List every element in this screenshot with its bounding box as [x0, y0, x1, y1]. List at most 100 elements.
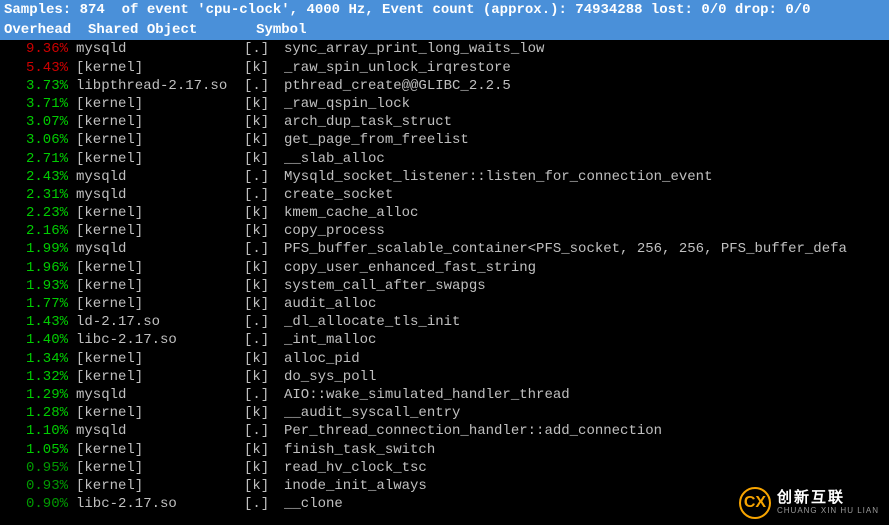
symbol-kind: [k] — [244, 368, 284, 386]
shared-object: [kernel] — [76, 404, 244, 422]
shared-object: [kernel] — [76, 368, 244, 386]
perf-row[interactable]: 1.43%ld-2.17.so[.]_dl_allocate_tls_init — [0, 313, 889, 331]
perf-row[interactable]: 5.43%[kernel][k]_raw_spin_unlock_irqrest… — [0, 59, 889, 77]
symbol-kind: [k] — [244, 150, 284, 168]
shared-object: [kernel] — [76, 150, 244, 168]
perf-header-summary: Samples: 874 of event 'cpu-clock', 4000 … — [0, 0, 889, 20]
perf-header-columns: Overhead Shared Object Symbol — [0, 20, 889, 40]
overhead-value: 3.06% — [4, 131, 76, 149]
symbol-kind: [k] — [244, 459, 284, 477]
symbol-kind: [k] — [244, 113, 284, 131]
overhead-value: 0.90% — [4, 495, 76, 513]
overhead-value: 1.28% — [4, 404, 76, 422]
watermark-logo-icon: CX — [739, 487, 771, 519]
perf-row[interactable]: 1.93%[kernel][k]system_call_after_swapgs — [0, 277, 889, 295]
perf-row[interactable]: 2.16%[kernel][k]copy_process — [0, 222, 889, 240]
perf-row[interactable]: 1.28%[kernel][k]__audit_syscall_entry — [0, 404, 889, 422]
shared-object: mysqld — [76, 386, 244, 404]
overhead-value: 1.29% — [4, 386, 76, 404]
shared-object: libpthread-2.17.so — [76, 77, 244, 95]
perf-row[interactable]: 1.77%[kernel][k]audit_alloc — [0, 295, 889, 313]
perf-row[interactable]: 2.31%mysqld[.]create_socket — [0, 186, 889, 204]
overhead-value: 1.32% — [4, 368, 76, 386]
perf-row[interactable]: 3.73%libpthread-2.17.so[.]pthread_create… — [0, 77, 889, 95]
overhead-value: 2.43% — [4, 168, 76, 186]
symbol-kind: [.] — [244, 422, 284, 440]
symbol-name: _raw_qspin_lock — [284, 95, 885, 113]
symbol-name: read_hv_clock_tsc — [284, 459, 885, 477]
shared-object: [kernel] — [76, 222, 244, 240]
shared-object: mysqld — [76, 168, 244, 186]
symbol-name: __slab_alloc — [284, 150, 885, 168]
symbol-kind: [k] — [244, 222, 284, 240]
perf-row[interactable]: 1.32%[kernel][k]do_sys_poll — [0, 368, 889, 386]
symbol-name: pthread_create@@GLIBC_2.2.5 — [284, 77, 885, 95]
shared-object: [kernel] — [76, 477, 244, 495]
symbol-name: PFS_buffer_scalable_container<PFS_socket… — [284, 240, 885, 258]
perf-row[interactable]: 2.23%[kernel][k]kmem_cache_alloc — [0, 204, 889, 222]
shared-object: [kernel] — [76, 131, 244, 149]
shared-object: [kernel] — [76, 277, 244, 295]
symbol-kind: [.] — [244, 313, 284, 331]
symbol-kind: [k] — [244, 131, 284, 149]
symbol-name: audit_alloc — [284, 295, 885, 313]
overhead-value: 1.93% — [4, 277, 76, 295]
symbol-name: finish_task_switch — [284, 441, 885, 459]
shared-object: mysqld — [76, 40, 244, 58]
perf-row[interactable]: 3.07%[kernel][k]arch_dup_task_struct — [0, 113, 889, 131]
overhead-value: 1.40% — [4, 331, 76, 349]
symbol-name: copy_process — [284, 222, 885, 240]
perf-row[interactable]: 0.95%[kernel][k]read_hv_clock_tsc — [0, 459, 889, 477]
symbol-name: _int_malloc — [284, 331, 885, 349]
shared-object: [kernel] — [76, 204, 244, 222]
perf-row[interactable]: 1.10%mysqld[.]Per_thread_connection_hand… — [0, 422, 889, 440]
overhead-value: 1.43% — [4, 313, 76, 331]
symbol-kind: [.] — [244, 240, 284, 258]
perf-row[interactable]: 1.34%[kernel][k]alloc_pid — [0, 350, 889, 368]
symbol-kind: [.] — [244, 186, 284, 204]
symbol-name: copy_user_enhanced_fast_string — [284, 259, 885, 277]
overhead-value: 9.36% — [4, 40, 76, 58]
overhead-value: 1.34% — [4, 350, 76, 368]
overhead-value: 3.73% — [4, 77, 76, 95]
perf-row[interactable]: 1.05%[kernel][k]finish_task_switch — [0, 441, 889, 459]
perf-row[interactable]: 1.40%libc-2.17.so[.]_int_malloc — [0, 331, 889, 349]
symbol-kind: [.] — [244, 40, 284, 58]
perf-row[interactable]: 2.71%[kernel][k]__slab_alloc — [0, 150, 889, 168]
symbol-kind: [.] — [244, 77, 284, 95]
overhead-value: 2.16% — [4, 222, 76, 240]
symbol-name: _raw_spin_unlock_irqrestore — [284, 59, 885, 77]
overhead-value: 5.43% — [4, 59, 76, 77]
symbol-kind: [k] — [244, 350, 284, 368]
shared-object: [kernel] — [76, 295, 244, 313]
watermark-main-text: 创新互联 — [777, 490, 879, 507]
perf-row[interactable]: 1.99%mysqld[.]PFS_buffer_scalable_contai… — [0, 240, 889, 258]
symbol-kind: [k] — [244, 95, 284, 113]
symbol-name: alloc_pid — [284, 350, 885, 368]
col-overhead: Overhead — [4, 22, 71, 38]
perf-row[interactable]: 1.96%[kernel][k]copy_user_enhanced_fast_… — [0, 259, 889, 277]
shared-object: [kernel] — [76, 441, 244, 459]
overhead-value: 0.93% — [4, 477, 76, 495]
symbol-kind: [k] — [244, 204, 284, 222]
perf-row[interactable]: 9.36%mysqld[.]sync_array_print_long_wait… — [0, 40, 889, 58]
shared-object: libc-2.17.so — [76, 495, 244, 513]
symbol-name: arch_dup_task_struct — [284, 113, 885, 131]
perf-row[interactable]: 1.29%mysqld[.]AIO::wake_simulated_handle… — [0, 386, 889, 404]
overhead-value: 1.77% — [4, 295, 76, 313]
perf-row[interactable]: 3.71%[kernel][k]_raw_qspin_lock — [0, 95, 889, 113]
symbol-name: AIO::wake_simulated_handler_thread — [284, 386, 885, 404]
symbol-name: get_page_from_freelist — [284, 131, 885, 149]
perf-row[interactable]: 2.43%mysqld[.]Mysqld_socket_listener::li… — [0, 168, 889, 186]
symbol-name: Per_thread_connection_handler::add_conne… — [284, 422, 885, 440]
overhead-value: 3.07% — [4, 113, 76, 131]
overhead-value: 2.31% — [4, 186, 76, 204]
symbol-kind: [k] — [244, 295, 284, 313]
overhead-value: 2.23% — [4, 204, 76, 222]
symbol-kind: [.] — [244, 331, 284, 349]
symbol-kind: [.] — [244, 168, 284, 186]
symbol-name: system_call_after_swapgs — [284, 277, 885, 295]
shared-object: libc-2.17.so — [76, 331, 244, 349]
perf-row[interactable]: 3.06%[kernel][k]get_page_from_freelist — [0, 131, 889, 149]
symbol-kind: [k] — [244, 477, 284, 495]
